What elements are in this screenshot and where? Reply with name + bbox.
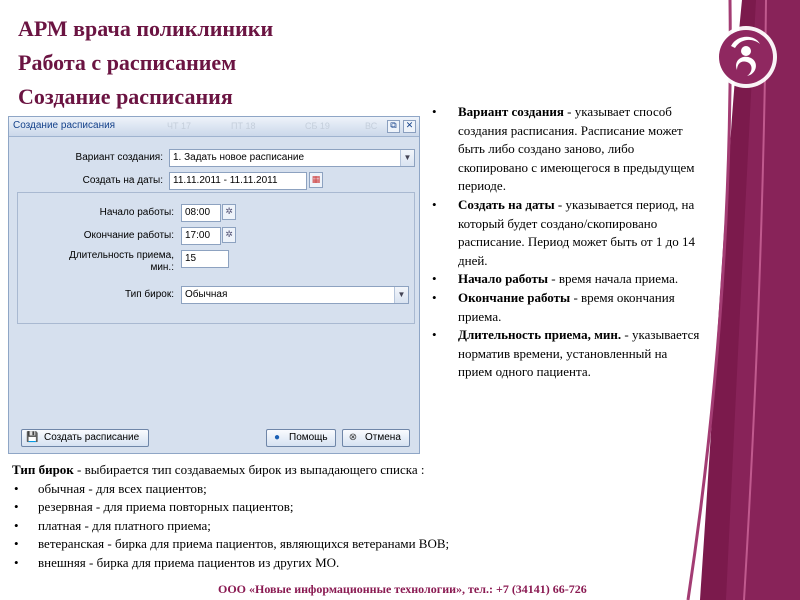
duration-label-line2: мин.: <box>150 262 174 273</box>
field-descriptions: • Вариант создания - указывает способ соз… <box>430 103 700 382</box>
variant-combo[interactable]: 1. Задать новое расписание ▼ <box>169 149 415 167</box>
variant-label: Вариант создания: <box>75 152 163 163</box>
help-button[interactable]: ● Помощь <box>266 429 336 447</box>
cancel-icon: ⊗ <box>348 432 358 443</box>
top-panel: Вариант создания: 1. Задать новое распис… <box>13 141 415 190</box>
calendar-icon[interactable]: ▦ <box>309 172 323 188</box>
list-item: • резервная - для приема повторных пациен… <box>14 499 294 514</box>
list-item: • Длительность приема, мин. - указывается… <box>432 327 700 380</box>
create-button-label: Создать расписание <box>44 432 140 443</box>
tag-types-description: Тип бирок - выбирается тип создаваемых б… <box>12 461 612 572</box>
title-line-3: Создание расписания <box>18 84 233 109</box>
start-label: Начало работы: <box>99 207 174 218</box>
help-icon: ● <box>273 432 281 443</box>
dates-field[interactable]: 11.11.2011 - 11.11.2011 <box>169 172 307 190</box>
start-value: 08:00 <box>185 207 211 218</box>
time-picker-icon[interactable]: ✲ <box>222 204 236 220</box>
title-line-2: Работа с расписанием <box>18 50 237 75</box>
end-label: Окончание работы: <box>83 230 174 241</box>
list-item: • платная - для платного приема; <box>14 517 211 533</box>
end-value: 17:00 <box>185 230 211 241</box>
dates-value: 11.11.2011 - 11.11.2011 <box>173 175 278 186</box>
tag-type-value: Обычная <box>185 289 228 300</box>
slide-title: АРМ врача поликлиники Работа с расписани… <box>18 12 418 114</box>
chevron-down-icon[interactable]: ▼ <box>400 150 414 166</box>
variant-value: 1. Задать новое расписание <box>173 152 305 163</box>
list-item: • ветеранская - бирка для приема пациенто… <box>14 536 450 551</box>
tag-types-intro: Тип бирок - выбирается тип создаваемых б… <box>12 462 425 477</box>
company-footer: ООО «Новые информационные технологии», т… <box>218 582 587 596</box>
list-item: • Окончание работы - время окончания прие… <box>432 289 675 324</box>
bg-column-header: СБ 19 <box>305 121 330 131</box>
close-icon[interactable]: ✕ <box>403 120 416 133</box>
work-params-fieldset: Начало работы: 08:00 ✲ Окончание работы:… <box>17 192 415 324</box>
start-time-field[interactable]: 08:00 <box>181 204 221 222</box>
list-item: • обычная - для всех пациентов; <box>14 480 207 496</box>
dates-label: Создать на даты: <box>82 175 163 186</box>
bg-column-header: ЧТ 17 <box>167 121 192 131</box>
create-schedule-button[interactable]: 💾 Создать расписание <box>21 429 149 447</box>
dialog-title: Создание расписания <box>13 120 116 131</box>
tag-type-label: Тип бирок: <box>124 289 174 300</box>
cancel-button[interactable]: ⊗ Отмена <box>342 429 410 447</box>
list-item: • Создать на даты - указывается период, н… <box>432 196 695 268</box>
end-time-field[interactable]: 17:00 <box>181 227 221 245</box>
duration-label-line1: Длительность приема, <box>69 250 174 261</box>
list-item: • Начало работы - время начала приема. <box>432 271 679 287</box>
save-icon: 💾 <box>26 432 39 443</box>
title-line-1: АРМ врача поликлиники <box>18 16 274 41</box>
help-button-label: Помощь <box>289 432 328 443</box>
time-picker-icon[interactable]: ✲ <box>222 227 236 243</box>
bg-column-header: ПТ 18 <box>231 121 256 131</box>
create-schedule-dialog: Создание расписания ЧТ 17 ПТ 18 СБ 19 ВС… <box>8 116 420 454</box>
cancel-button-label: Отмена <box>365 432 401 443</box>
list-item: • Вариант создания - указывает способ соз… <box>432 104 695 194</box>
company-logo <box>715 26 777 88</box>
dialog-button-bar: 💾 Создать расписание ● Помощь ⊗ Отмена <box>9 423 419 453</box>
duration-field[interactable]: 15 <box>181 250 229 268</box>
tag-type-combo[interactable]: Обычная ▼ <box>181 286 409 304</box>
bg-column-header: ВС <box>365 121 378 131</box>
dialog-titlebar[interactable]: Создание расписания ЧТ 17 ПТ 18 СБ 19 ВС… <box>9 117 419 137</box>
duration-value: 15 <box>185 253 197 264</box>
restore-icon[interactable]: ⧉ <box>387 120 400 133</box>
chevron-down-icon[interactable]: ▼ <box>394 287 408 303</box>
list-item: • внешняя - бирка для приема пациентов из… <box>14 554 340 570</box>
